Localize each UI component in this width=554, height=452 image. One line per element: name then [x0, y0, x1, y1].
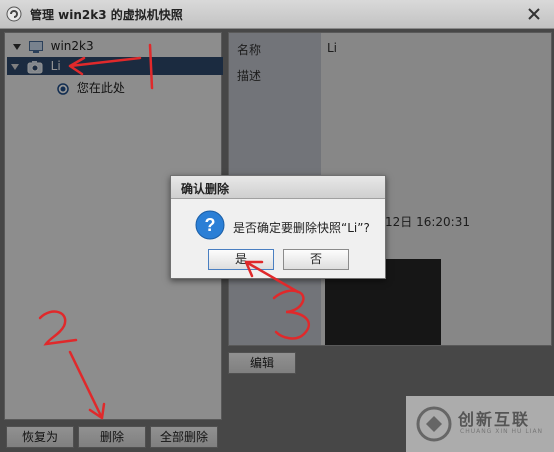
- annotation-arrow-one: [68, 56, 142, 76]
- annotation-mark-three: [272, 289, 311, 340]
- brand-logo-icon: [416, 406, 452, 442]
- annotation-arrow-three: [244, 260, 300, 294]
- annotation-mark-two: [38, 310, 78, 346]
- watermark: 创新互联 CHUANG XIN HU LIAN: [406, 396, 554, 452]
- watermark-subtext: CHUANG XIN HU LIAN: [460, 428, 544, 435]
- annotation-layer: [38, 43, 311, 420]
- annotation-arrow-two: [68, 350, 106, 420]
- watermark-text: 创新互联: [458, 410, 531, 429]
- annotation-mark-one: [148, 43, 154, 90]
